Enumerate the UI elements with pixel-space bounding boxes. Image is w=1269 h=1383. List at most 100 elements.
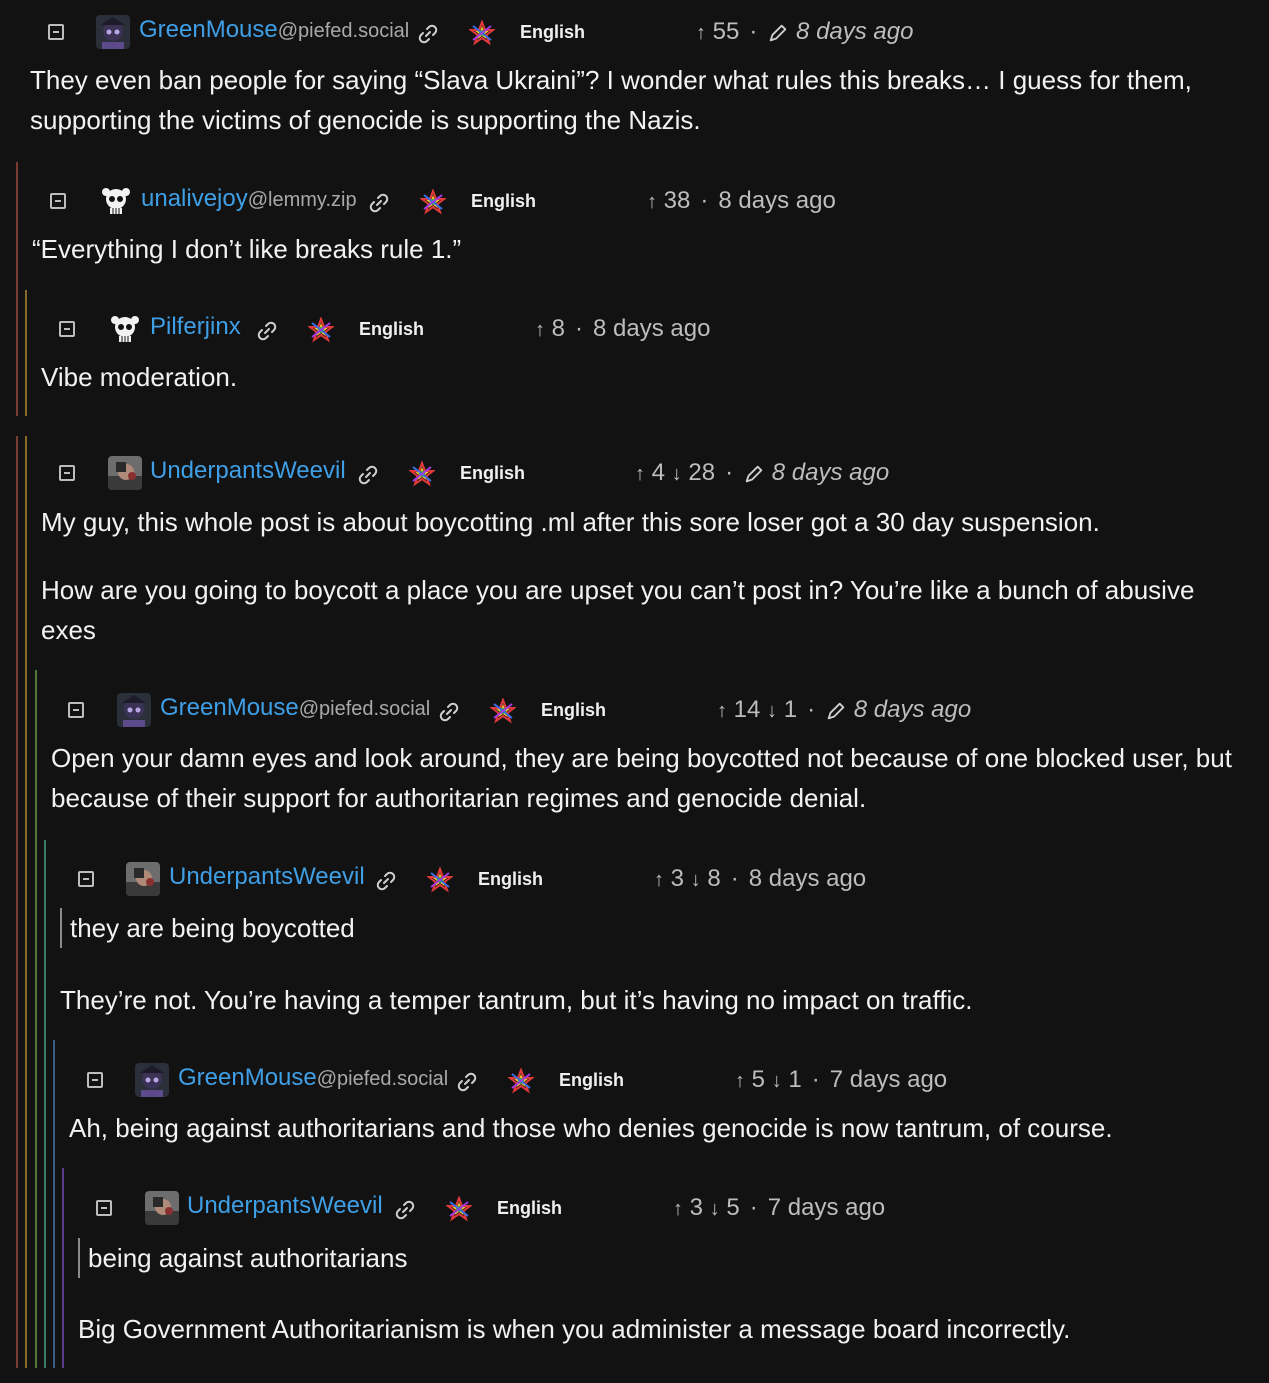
upvote-count: 14 <box>733 696 761 723</box>
separator: · <box>807 696 816 723</box>
timestamp: 8 days ago <box>593 315 711 342</box>
avatar[interactable] <box>117 693 151 727</box>
username: GreenMouse <box>139 16 278 43</box>
language-label: English <box>460 463 526 483</box>
timestamp: 8 days ago <box>748 865 867 892</box>
upvote-count: 5 <box>751 1066 766 1093</box>
comment-body-line: exes <box>41 615 96 645</box>
flair-icon <box>446 1196 472 1222</box>
link-icon[interactable] <box>437 700 461 724</box>
avatar[interactable] <box>96 15 130 49</box>
blockquote: they are being boycotted <box>60 908 355 948</box>
comment-body-line: They even ban people for saying “Slava U… <box>30 65 1192 95</box>
username-link[interactable]: Pilferjinx <box>150 313 241 341</box>
separator: · <box>811 1066 820 1093</box>
avatar[interactable] <box>108 456 142 490</box>
link-icon[interactable] <box>374 869 398 893</box>
link-icon[interactable] <box>393 1198 417 1222</box>
comment-body-line: They’re not. You’re having a temper tant… <box>60 985 973 1015</box>
upvote-icon[interactable]: ↑ <box>735 1070 745 1092</box>
flair-icon <box>420 189 446 215</box>
comment-body-line: How are you going to boycott a place you… <box>41 575 1195 605</box>
link-icon[interactable] <box>255 319 279 343</box>
upvote-icon[interactable]: ↑ <box>696 22 706 44</box>
collapse-icon[interactable] <box>59 465 75 481</box>
language-label: English <box>541 700 607 720</box>
downvote-icon[interactable]: ↓ <box>672 463 682 485</box>
downvote-icon[interactable]: ↓ <box>691 869 701 891</box>
flair-icon <box>427 867 453 893</box>
collapse-icon[interactable] <box>59 321 75 337</box>
username-link[interactable]: GreenMouse@piefed.social <box>178 1064 448 1092</box>
pencil-icon <box>825 700 847 722</box>
comment-header: unalivejoy@lemmy.zip English ↑ 38 · 8 days… <box>0 183 1269 223</box>
username-link[interactable]: UnderpantsWeevil <box>187 1192 383 1220</box>
flair-icon <box>490 698 516 724</box>
separator: · <box>700 187 709 214</box>
separator: · <box>575 315 584 342</box>
collapse-icon[interactable] <box>78 871 94 887</box>
blockquote: being against authoritarians <box>78 1238 407 1278</box>
link-icon[interactable] <box>356 463 380 487</box>
avatar[interactable] <box>126 862 160 896</box>
timestamp: 8 days ago <box>853 696 972 723</box>
separator: · <box>749 18 758 45</box>
upvote-count: 38 <box>663 187 691 214</box>
upvote-count: 3 <box>670 865 685 892</box>
downvote-icon[interactable]: ↓ <box>772 1070 782 1092</box>
upvote-icon[interactable]: ↑ <box>717 700 727 722</box>
link-icon[interactable] <box>455 1070 479 1094</box>
downvote-icon[interactable]: ↓ <box>767 700 777 722</box>
upvote-icon[interactable]: ↑ <box>535 319 545 341</box>
vote-meta: ↑ 38 · 8 days ago <box>647 187 836 215</box>
timestamp: 8 days ago <box>796 18 914 45</box>
comment-body-line: Big Government Authoritarianism is when … <box>78 1314 1071 1344</box>
avatar[interactable] <box>135 1063 169 1097</box>
vote-meta: ↑ 3 ↓ 8 · 8 days ago <box>654 865 866 893</box>
upvote-count: 55 <box>712 18 740 45</box>
comment-body-line: Open your damn eyes and look around, the… <box>51 743 1232 773</box>
downvote-count: 28 <box>688 459 716 486</box>
vote-meta: ↑ 3 ↓ 5 · 7 days ago <box>673 1194 885 1222</box>
vote-meta: ↑ 5 ↓ 1 · 7 days ago <box>735 1066 947 1094</box>
collapse-icon[interactable] <box>96 1200 112 1216</box>
avatar[interactable] <box>108 312 142 346</box>
language-label: English <box>497 1198 563 1218</box>
pencil-icon <box>767 22 789 44</box>
comment-body-line: because of their support for authoritari… <box>51 783 867 813</box>
downvote-count: 5 <box>726 1194 740 1221</box>
upvote-icon[interactable]: ↑ <box>673 1198 683 1220</box>
collapse-icon[interactable] <box>50 193 66 209</box>
username-link[interactable]: GreenMouse@piefed.social <box>160 694 430 722</box>
collapse-icon[interactable] <box>87 1072 103 1088</box>
upvote-count: 3 <box>689 1194 704 1221</box>
username-link[interactable]: unalivejoy@lemmy.zip <box>141 185 357 213</box>
collapse-icon[interactable] <box>68 702 84 718</box>
timestamp: 7 days ago <box>767 1194 886 1221</box>
upvote-count: 4 <box>651 459 666 486</box>
avatar[interactable] <box>145 1191 179 1225</box>
flair-icon <box>508 1068 534 1094</box>
vote-meta: ↑ 55 · 8 days ago <box>696 18 913 46</box>
upvote-icon[interactable]: ↑ <box>635 463 645 485</box>
link-icon[interactable] <box>416 22 440 46</box>
vote-meta: ↑ 14 ↓ 1 · 8 days ago <box>717 696 971 724</box>
comment-header: UnderpantsWeevil English ↑ 3 ↓ 5 · 7 days … <box>0 1190 1269 1230</box>
separator: · <box>749 1194 758 1221</box>
collapse-icon[interactable] <box>48 24 64 40</box>
link-icon[interactable] <box>367 191 391 215</box>
username-link[interactable]: UnderpantsWeevil <box>150 457 346 485</box>
downvote-count: 1 <box>788 1066 802 1093</box>
username-link[interactable]: UnderpantsWeevil <box>169 863 365 891</box>
downvote-icon[interactable]: ↓ <box>710 1198 720 1220</box>
avatar[interactable] <box>99 184 133 218</box>
comment-header: GreenMouse@piefed.social English ↑ 55 · 8… <box>0 14 1269 54</box>
upvote-icon[interactable]: ↑ <box>654 869 664 891</box>
username: GreenMouse <box>178 1064 317 1091</box>
upvote-icon[interactable]: ↑ <box>647 191 657 213</box>
thread-line <box>25 290 27 416</box>
username-link[interactable]: GreenMouse@piefed.social <box>139 16 409 44</box>
language-label: English <box>471 191 537 211</box>
flair-icon <box>308 317 334 343</box>
instance: @piefed.social <box>277 20 410 42</box>
